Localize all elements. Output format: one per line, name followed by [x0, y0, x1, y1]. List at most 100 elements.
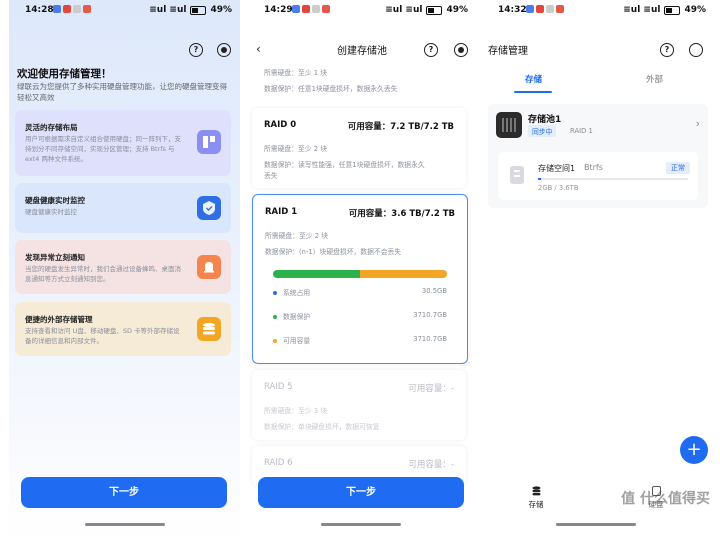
help-icon[interactable]: ? — [660, 43, 674, 57]
status-time: 14:28 — [25, 5, 54, 15]
create-pool-screen: 14:29 ≡ul ≡ul 49% ‹ 创建存储池 ? 所需硬盘：至少 1 块 … — [248, 0, 476, 540]
target-icon[interactable] — [454, 43, 468, 57]
stack-icon — [197, 317, 221, 341]
data-protection: 数据保护：任意1块硬盘损坏，数据永久丢失 — [264, 85, 398, 93]
home-indicator — [85, 523, 165, 526]
space-status-badge: 正常 — [666, 162, 690, 174]
feature-card-notify: 发现异常立刻通知 当您的硬盘发生异常时，我们会通过设备蜂鸣、桌面消息通知等方式立… — [15, 240, 231, 294]
feature-card-external: 便捷的外部存储管理 支持查看和访问 U盘、移动硬盘、SD 卡等外部存储设备的详细… — [15, 302, 231, 356]
status-signal: ≡ul ≡ul 49% — [623, 5, 706, 15]
battery-icon — [664, 5, 681, 15]
usage-value: 30.5GB — [421, 287, 447, 295]
status-signal: ≡ul ≡ul 49% — [385, 5, 468, 15]
page-description: 绿联云为您提供了多种实用硬盘管理功能，让您的硬盘管理变得轻松又高效 — [17, 82, 227, 102]
space-name: 存储空间1 — [538, 164, 576, 173]
feature-title: 硬盘健康实时监控 — [25, 196, 85, 205]
welcome-screen: 14:28 ≡ul ≡ul 49% ? 欢迎使用存储管理！ 绿联云为您提供了多种… — [9, 0, 240, 540]
data-protection-cont: 丢失 — [264, 172, 278, 180]
home-indicator — [321, 523, 401, 526]
tab-indicator — [514, 91, 552, 93]
data-protection: 数据保护：(n-1）块硬盘损坏，数据不会丢失 — [265, 248, 402, 256]
usage-label: 数据保护 — [283, 313, 311, 321]
status-signal: ≡ul ≡ul 49% — [149, 5, 232, 15]
target-icon[interactable] — [689, 43, 703, 57]
target-icon[interactable] — [217, 43, 231, 57]
space-usage-text: 2GB / 3.6TB — [538, 184, 579, 192]
battery-text: 49% — [446, 5, 468, 15]
feature-desc: 支持查看和访问 U盘、移动硬盘、SD 卡等外部存储设备的详细信息和内部文件。 — [25, 327, 180, 345]
add-button[interactable]: + — [680, 436, 708, 464]
signal-icon: ≡ul ≡ul — [149, 5, 187, 15]
notification-icons — [292, 5, 330, 13]
next-button[interactable]: 下一步 — [258, 477, 464, 508]
usage-available: 可用容量 3710.7GB — [273, 335, 447, 345]
feature-card-layout: 灵活的存储布局 用户可根据需求自定义组合使用硬盘；同一阵列下，支持划分不同存储空… — [15, 110, 231, 176]
raid-capacity: 可用容量：3.6 TB/7.2 TB — [348, 209, 455, 219]
signal-icon: ≡ul ≡ul — [623, 5, 661, 15]
storage-space-card[interactable]: 存储空间1 Btrfs 正常 2GB / 3.6TB — [498, 152, 698, 200]
space-usage-fill — [538, 178, 541, 180]
space-fs: Btrfs — [584, 163, 603, 172]
nav-storage[interactable]: 存储 — [506, 486, 566, 510]
bell-icon — [197, 255, 221, 279]
home-indicator — [556, 523, 636, 526]
data-protection: 数据保护：单块硬盘损坏，数据可恢复 — [264, 423, 380, 431]
usage-segment — [360, 270, 447, 278]
usage-label: 可用容量 — [283, 337, 311, 345]
notification-icons — [526, 5, 564, 13]
system-dot — [273, 291, 277, 295]
nav-label: 存储 — [528, 500, 544, 509]
battery-text: 49% — [210, 5, 232, 15]
raid-name: RAID 0 — [264, 120, 297, 130]
tab-storage[interactable]: 存储 — [525, 73, 542, 85]
battery-icon — [426, 5, 443, 15]
usage-protection: 数据保护 3710.7GB — [273, 311, 447, 321]
required-disks: 所需硬盘：至少 2 块 — [264, 145, 328, 153]
storage-pool-card[interactable]: 存储池1 同步中 RAID 1 › 存储空间1 Btrfs 正常 2GB / 3… — [488, 104, 708, 208]
help-icon[interactable]: ? — [424, 43, 438, 57]
usage-value: 3710.7GB — [413, 311, 447, 319]
raid-capacity: 可用容量：7.2 TB/7.2 TB — [347, 122, 454, 132]
feature-title: 灵活的存储布局 — [25, 123, 78, 132]
raid-capacity: 可用容量：- — [408, 384, 454, 394]
usage-system: 系统占用 30.5GB — [273, 287, 447, 297]
battery-text: 49% — [684, 5, 706, 15]
protection-dot — [273, 315, 277, 319]
raid-card-raid5[interactable]: RAID 5 可用容量：- 所需硬盘：至少 3 块 数据保护：单块硬盘损坏，数据… — [252, 370, 466, 440]
status-bar: 14:29 ≡ul ≡ul 49% — [248, 0, 476, 22]
storage-manage-screen: 14:32 ≡ul ≡ul 49% 存储管理 ? 存储 外部 存储池1 同步中 … — [482, 0, 714, 540]
usage-segment — [273, 270, 360, 278]
usage-value: 3710.7GB — [413, 335, 447, 343]
raid-card-raid1[interactable]: RAID 1 可用容量：3.6 TB/7.2 TB 所需硬盘：至少 2 块 数据… — [252, 194, 468, 364]
status-bar: 14:28 ≡ul ≡ul 49% — [9, 0, 240, 22]
database-icon — [532, 486, 541, 496]
disk-icon — [510, 166, 524, 184]
raid-card-top[interactable]: 所需硬盘：至少 1 块 数据保护：任意1块硬盘损坏，数据永久丢失 — [252, 62, 466, 102]
pool-name: 存储池1 — [528, 115, 562, 125]
feature-title: 便捷的外部存储管理 — [25, 315, 93, 324]
feature-desc: 硬盘健康实时监控 — [25, 208, 77, 216]
raid-name: RAID 1 — [265, 207, 298, 217]
raid-name: RAID 5 — [264, 382, 293, 392]
feature-card-monitor: 硬盘健康实时监控 硬盘健康实时监控 — [15, 183, 231, 233]
chevron-right-icon[interactable]: › — [696, 117, 700, 130]
raid-capacity: 可用容量：- — [408, 460, 454, 470]
notification-icons — [53, 5, 91, 13]
data-protection: 数据保护：读写性能强，任意1块硬盘损坏，数据永久 — [264, 161, 425, 169]
page-title: 存储管理 — [488, 46, 528, 57]
usage-label: 系统占用 — [283, 289, 311, 297]
layout-icon — [197, 130, 221, 154]
feature-desc: 用户可根据需求自定义组合使用硬盘；同一阵列下，支持划分不同存储空间，实现分区管理… — [25, 135, 181, 163]
usage-bar — [273, 270, 447, 278]
page-title: 欢迎使用存储管理！ — [17, 68, 112, 80]
help-icon[interactable]: ? — [189, 43, 203, 57]
status-bar: 14:32 ≡ul ≡ul 49% — [482, 0, 714, 22]
required-disks: 所需硬盘：至少 1 块 — [264, 69, 328, 77]
next-button[interactable]: 下一步 — [21, 477, 227, 508]
pool-raid: RAID 1 — [570, 127, 593, 135]
feature-title: 发现异常立刻通知 — [25, 253, 85, 262]
tab-external[interactable]: 外部 — [646, 73, 663, 85]
available-dot — [273, 339, 277, 343]
pool-status-badge: 同步中 — [528, 125, 557, 137]
raid-card-raid0[interactable]: RAID 0 可用容量：7.2 TB/7.2 TB 所需硬盘：至少 2 块 数据… — [252, 108, 466, 188]
